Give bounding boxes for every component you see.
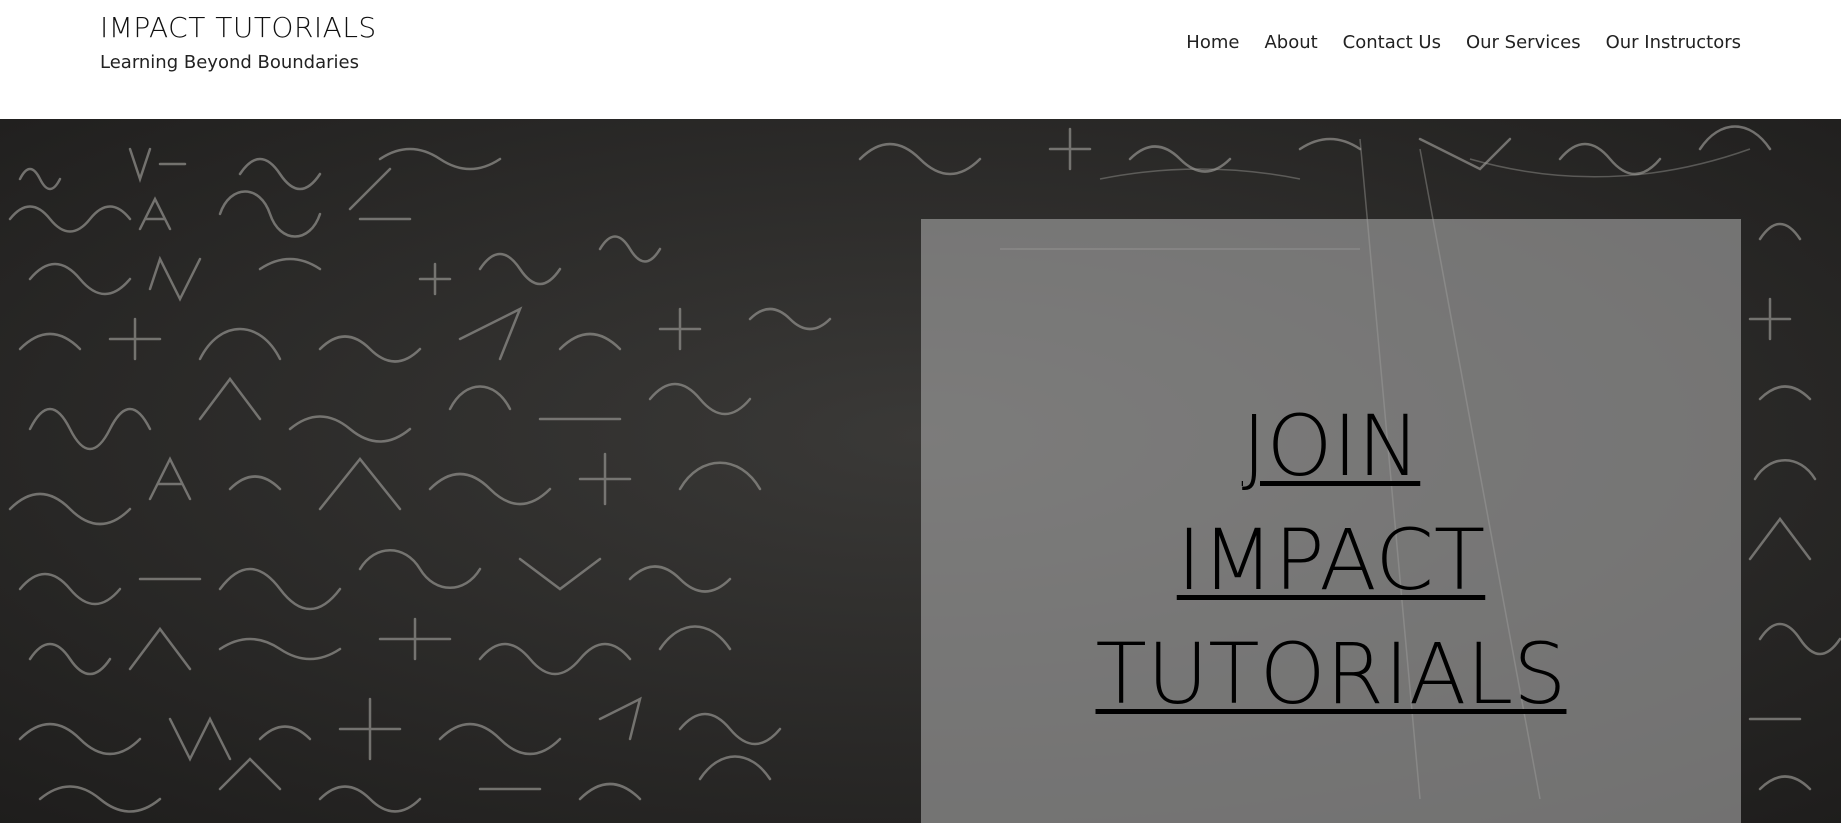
nav-item-our-services[interactable]: Our Services <box>1466 32 1581 53</box>
nav-item-our-instructors[interactable]: Our Instructors <box>1606 32 1741 53</box>
site-tagline: Learning Beyond Boundaries <box>100 52 359 73</box>
hero-heading-line-2[interactable]: IMPACT <box>1177 511 1485 609</box>
hero-heading-line-1[interactable]: JOIN <box>1242 397 1421 495</box>
hero-overlay-panel: JOIN IMPACT TUTORIALS <box>921 219 1741 823</box>
hero-heading: JOIN IMPACT TUTORIALS <box>921 389 1741 731</box>
nav-item-home[interactable]: Home <box>1186 32 1239 53</box>
main-nav: Home About Contact Us Our Services Our I… <box>1186 32 1741 53</box>
site-header: IMPACT TUTORIALS Learning Beyond Boundar… <box>0 0 1841 119</box>
nav-item-contact-us[interactable]: Contact Us <box>1343 32 1441 53</box>
site-title[interactable]: IMPACT TUTORIALS <box>100 10 377 46</box>
hero-section: JOIN IMPACT TUTORIALS <box>0 119 1841 823</box>
hero-heading-line-3[interactable]: TUTORIALS <box>1096 625 1567 723</box>
nav-item-about[interactable]: About <box>1264 32 1317 53</box>
brand[interactable]: IMPACT TUTORIALS Learning Beyond Boundar… <box>100 10 377 73</box>
